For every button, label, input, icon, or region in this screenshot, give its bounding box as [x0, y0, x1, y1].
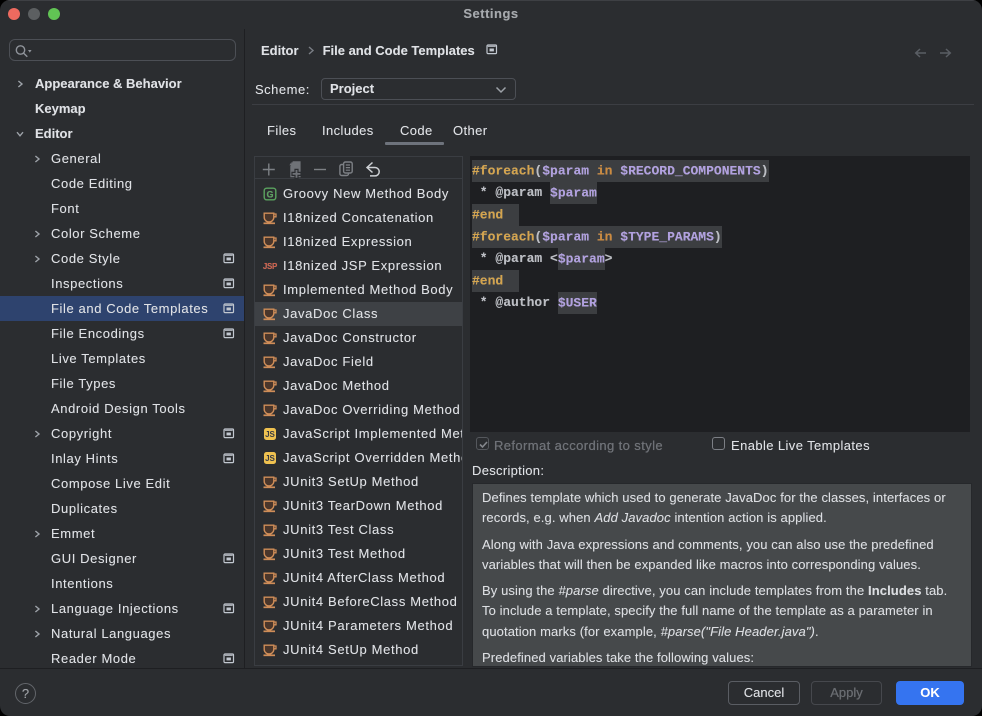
svg-text:JSP: JSP: [263, 262, 278, 271]
svg-text:G: G: [266, 190, 273, 200]
svg-text:JS: JS: [265, 430, 275, 439]
svg-text:JS: JS: [265, 454, 275, 463]
